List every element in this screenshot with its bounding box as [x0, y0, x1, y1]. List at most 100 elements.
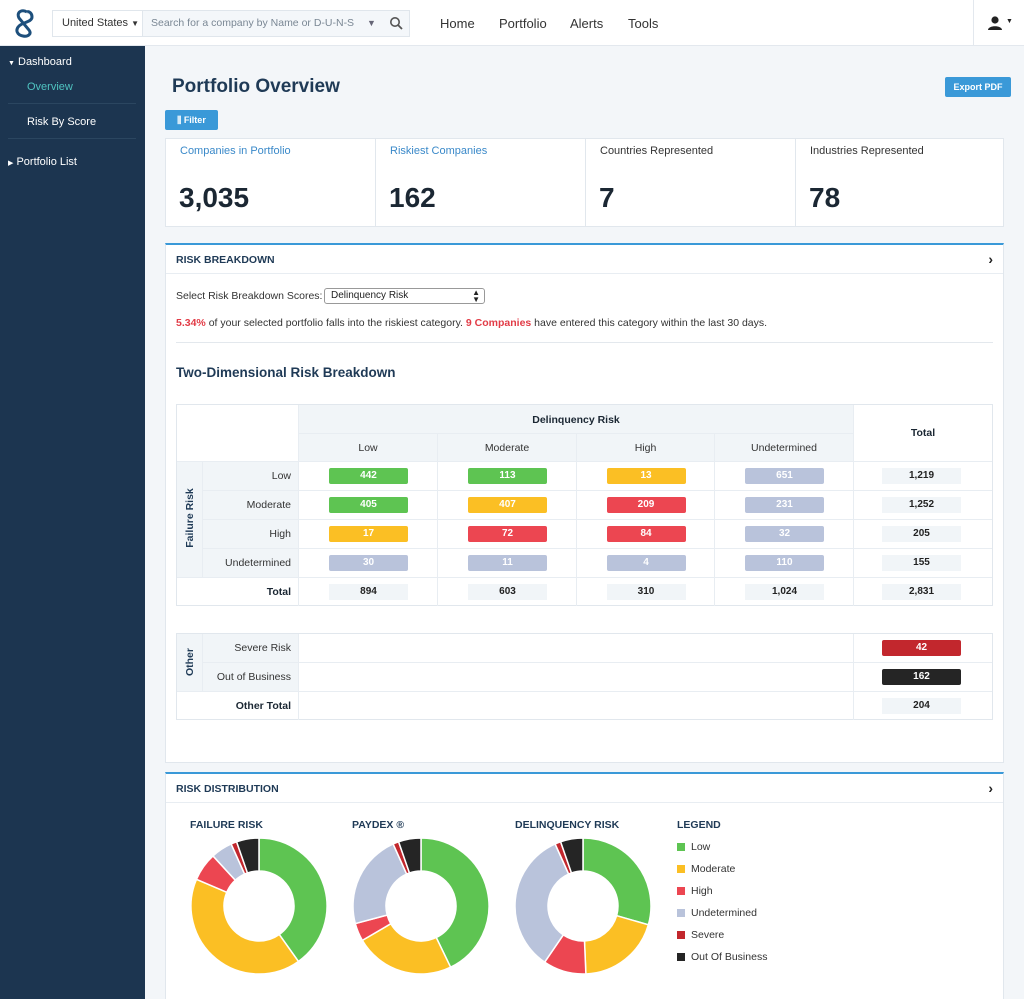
country-select[interactable]: United States ▼: [52, 10, 143, 37]
nav-portfolio[interactable]: Portfolio: [499, 16, 547, 31]
filter-button[interactable]: ⫼ Filter: [165, 110, 218, 130]
logo-icon[interactable]: [10, 8, 38, 38]
company-search-input[interactable]: Search for a company by Name or D-U-N-S …: [142, 10, 410, 37]
matrix-cell: 407: [438, 491, 577, 520]
page-title: Portfolio Overview: [172, 76, 340, 97]
count-pill[interactable]: 4: [606, 555, 686, 571]
nav-home[interactable]: Home: [440, 16, 475, 31]
grand-total-cell: 2,831: [854, 578, 992, 606]
divider: [176, 342, 993, 343]
sidebar-item-portfolio-list[interactable]: ▶ Portfolio List: [8, 156, 77, 168]
row-header: Low: [203, 462, 299, 491]
legend-swatch: [677, 953, 685, 961]
delinquency-risk-donut: [514, 837, 652, 975]
sidebar-item-dashboard[interactable]: ▼ Dashboard: [8, 56, 72, 68]
count-pill[interactable]: 209: [606, 497, 686, 513]
empty-cell: [299, 692, 854, 720]
count-pill[interactable]: 13: [606, 468, 686, 484]
count-pill[interactable]: 405: [329, 497, 408, 513]
count-pill[interactable]: 407: [468, 497, 547, 513]
matrix-cell: 209: [577, 491, 715, 520]
totals-label-cell: Total: [177, 578, 299, 606]
chevron-right-icon[interactable]: ›: [988, 251, 993, 267]
chart-title-failure: FAILURE RISK: [190, 819, 263, 831]
user-menu[interactable]: ▼: [973, 0, 1024, 46]
caret-down-icon: ▼: [8, 60, 15, 67]
column-header: High: [577, 434, 715, 462]
count-pill[interactable]: 30: [329, 555, 408, 571]
caret-right-icon: ▶: [8, 160, 14, 167]
count-pill[interactable]: 11: [468, 555, 547, 571]
divider: [8, 138, 136, 139]
row-header: Severe Risk: [203, 634, 299, 663]
card-label[interactable]: Companies in Portfolio: [180, 145, 291, 157]
search-icon[interactable]: [389, 16, 403, 30]
donut-slice-moderate[interactable]: [190, 878, 300, 975]
card-value: 78: [809, 182, 841, 213]
count-pill[interactable]: 231: [745, 497, 824, 513]
other-value-cell: 42: [854, 634, 992, 663]
column-header: Low: [299, 434, 438, 462]
legend-title: LEGEND: [677, 819, 721, 831]
matrix-cell: 72: [438, 520, 577, 549]
card-riskiest[interactable]: Riskiest Companies 162: [376, 139, 586, 226]
row-header: High: [203, 520, 299, 549]
nav-alerts[interactable]: Alerts: [570, 16, 603, 31]
matrix-cell: 113: [438, 462, 577, 491]
column-group-header: Delinquency Risk: [299, 405, 854, 434]
row-header: Out of Business: [203, 663, 299, 692]
count-pill[interactable]: 110: [745, 555, 824, 571]
row-header: Moderate: [203, 491, 299, 520]
grand-total: 2,831: [882, 584, 961, 600]
column-total-cell: 603: [438, 578, 577, 606]
count-pill[interactable]: 442: [329, 468, 408, 484]
chart-title-delinquency: DELINQUENCY RISK: [515, 819, 620, 831]
count-pill[interactable]: 84: [606, 526, 686, 542]
row-total: 1,219: [882, 468, 961, 484]
row-group-cell: Failure Risk: [177, 462, 203, 578]
card-companies[interactable]: Companies in Portfolio 3,035: [166, 139, 376, 226]
matrix-cell: 32: [715, 520, 854, 549]
count-pill[interactable]: 72: [468, 526, 547, 542]
empty-cell: [299, 634, 854, 663]
chart-title-paydex: PAYDEX ®: [352, 819, 405, 831]
count-pill[interactable]: 113: [468, 468, 547, 484]
other-total: 204: [882, 698, 961, 714]
paydex-donut: [352, 837, 490, 975]
count-pill[interactable]: 17: [329, 526, 408, 542]
card-value: 3,035: [179, 182, 250, 213]
search-dropdown-icon[interactable]: ▼: [367, 11, 376, 36]
chevron-right-icon[interactable]: ›: [988, 780, 993, 796]
risk-score-select[interactable]: Delinquency Risk ▲ ▼: [324, 288, 485, 304]
panel-header[interactable]: RISK DISTRIBUTION ›: [166, 774, 1003, 803]
column-header: Undetermined: [715, 434, 854, 462]
count-pill[interactable]: 651: [745, 468, 824, 484]
panel-header[interactable]: RISK BREAKDOWN ›: [166, 245, 1003, 274]
card-label[interactable]: Riskiest Companies: [390, 145, 487, 157]
row-total: 205: [882, 526, 961, 542]
column-total-cell: 310: [577, 578, 715, 606]
row-total-cell: 1,252: [854, 491, 992, 520]
donut-slice-moderate[interactable]: [583, 914, 650, 975]
row-total: 155: [882, 555, 961, 571]
matrix-cell: 231: [715, 491, 854, 520]
row-group-cell: Other: [177, 634, 203, 692]
caret-down-icon: ▼: [131, 19, 140, 28]
row-group-label: Other: [184, 648, 196, 677]
legend-swatch: [677, 887, 685, 895]
column-total: 1,024: [745, 584, 824, 600]
row-total-cell: 205: [854, 520, 992, 549]
card-value: 162: [389, 182, 436, 213]
donut-slice-low[interactable]: [582, 837, 652, 926]
select-arrows-icon: ▲ ▼: [472, 288, 480, 304]
top-bar: United States ▼ Search for a company by …: [0, 0, 1024, 46]
export-pdf-button[interactable]: Export PDF: [945, 77, 1011, 97]
sidebar-item-overview[interactable]: Overview: [27, 81, 73, 93]
total-header: Total: [854, 405, 992, 462]
nav-tools[interactable]: Tools: [628, 16, 658, 31]
sidebar-item-risk-by-score[interactable]: Risk By Score: [27, 116, 96, 128]
count-pill[interactable]: 162: [882, 669, 961, 685]
count-pill[interactable]: 32: [745, 526, 824, 542]
count-pill[interactable]: 42: [882, 640, 961, 656]
row-group-label: Failure Risk: [184, 488, 196, 548]
